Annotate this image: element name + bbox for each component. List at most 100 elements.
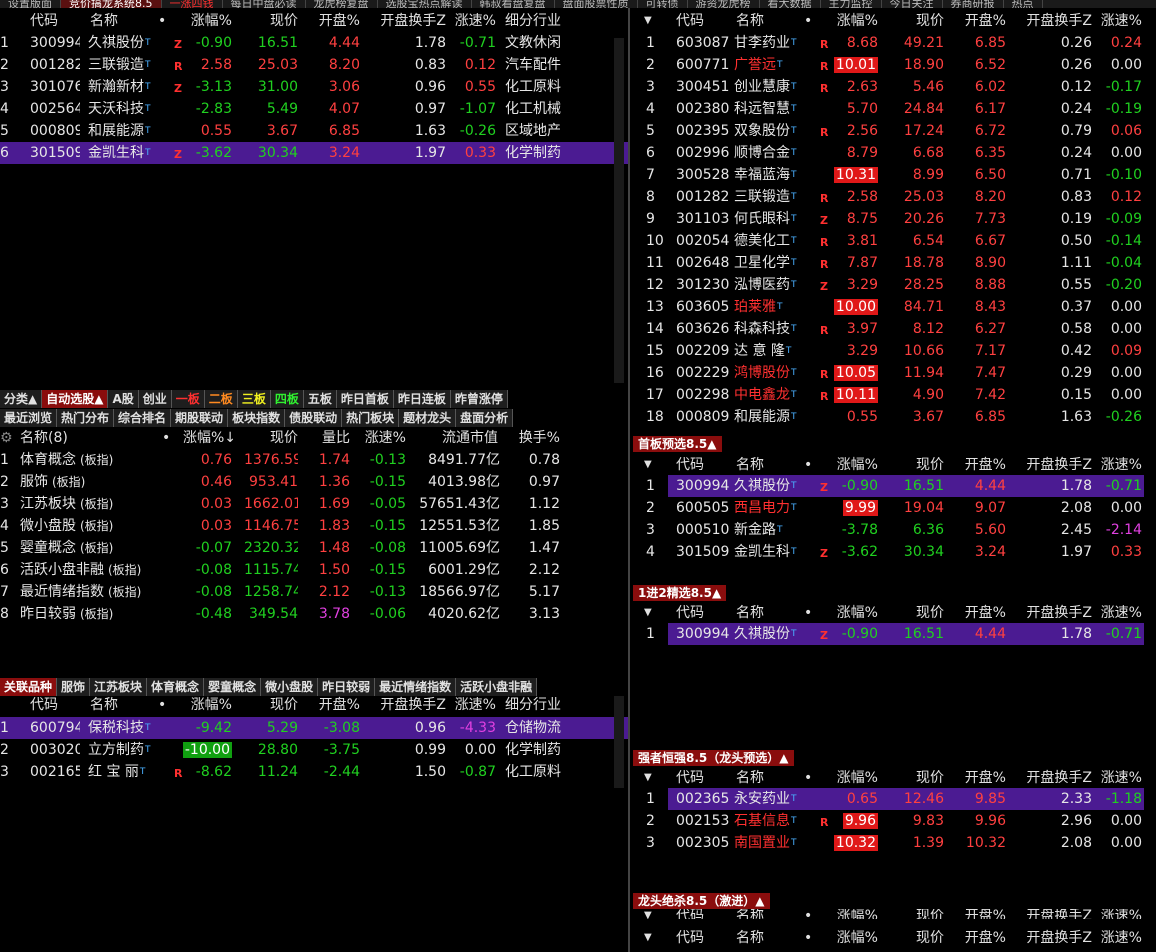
header-speed[interactable]: 涨速% — [1094, 10, 1142, 32]
top-menu-tab[interactable]: 看大数据 — [760, 0, 821, 8]
header-turnover[interactable]: 开盘换手Z — [1008, 927, 1092, 949]
header-industry[interactable]: 细分行业 — [505, 694, 585, 716]
header-turn[interactable]: 换手% — [510, 427, 560, 449]
header-speed[interactable]: 涨速% — [1094, 909, 1142, 919]
section-title-1to2[interactable]: 1进2精选8.5▲ — [633, 585, 727, 601]
header-code[interactable]: 代码 — [30, 10, 80, 32]
header-speed[interactable]: 涨速% — [1094, 927, 1142, 949]
table-row[interactable]: 6 301509 金凯生科T Z -3.62 30.34 3.24 1.97 0.33 化学制药 — [0, 142, 628, 164]
table-row[interactable]: 2 600505 西昌电力T 9.99 19.04 9.07 2.08 0.00 — [632, 497, 1156, 519]
top-menu-tab[interactable]: 竞价搞龙系统8.5 — [61, 0, 162, 8]
table-row[interactable]: 13 603605 珀莱雅T 10.00 84.71 8.43 0.37 0.00 — [632, 296, 1156, 318]
table-row[interactable]: 1 300994 久祺股份T Z -0.90 16.51 4.44 1.78 -0.71 文教休闲 — [0, 32, 628, 54]
header-name[interactable]: 名称 — [736, 454, 796, 476]
tab-tabs-row1[interactable]: 二板 — [204, 390, 238, 408]
table-row[interactable]: 14 603626 科森科技T R 3.97 8.12 6.27 0.58 0.00 — [632, 318, 1156, 340]
table-row[interactable]: 1 603087 甘李药业T R 8.68 49.21 6.85 0.26 0.24 — [632, 32, 1156, 54]
header-code[interactable]: 代码 — [676, 927, 726, 949]
sort-arrow-icon[interactable]: ▼ — [644, 10, 658, 32]
header-open[interactable]: 开盘% — [946, 767, 1006, 789]
top-menu-tab[interactable]: 一涨四钱 — [162, 0, 223, 8]
table-row[interactable]: 4 002380 科远智慧T 5.70 24.84 6.17 0.24 -0.19 — [632, 98, 1156, 120]
header-speed[interactable]: 涨速% — [448, 694, 496, 716]
header-ratio[interactable]: 量比 — [300, 427, 350, 449]
top-menu-tab[interactable]: 券商研报 — [943, 0, 1004, 8]
header-pct[interactable]: 涨幅% — [820, 10, 878, 32]
header-price[interactable]: 现价 — [888, 602, 944, 624]
tab-tabs-row1[interactable]: 自动选股▲ — [42, 390, 109, 408]
table-row[interactable]: 7 300528 幸福蓝海T 10.31 8.99 6.50 0.71 -0.10 — [632, 164, 1156, 186]
table-row[interactable]: 17 002298 中电鑫龙T R 10.11 4.90 7.42 0.15 0.00 — [632, 384, 1156, 406]
tab-tabs-row2[interactable]: 债股联动 — [285, 409, 343, 427]
table-row[interactable]: 16 002229 鸿博股份T R 10.05 11.94 7.47 0.29 0.00 — [632, 362, 1156, 384]
table-row[interactable]: 2 001282 三联锻造T R 2.58 25.03 8.20 0.83 0.12 汽车配件 — [0, 54, 628, 76]
header-turnover[interactable]: 开盘换手Z — [1008, 454, 1092, 476]
sort-arrow-icon[interactable]: ▼ — [644, 927, 658, 949]
table-row[interactable]: 11 002648 卫星化学T R 7.87 18.78 8.90 1.11 -0.04 — [632, 252, 1156, 274]
table-row[interactable]: 2 600771 广誉远T R 10.01 18.90 6.52 0.26 0.00 — [632, 54, 1156, 76]
header-pct[interactable]: 涨幅%↓ — [178, 427, 236, 449]
header-turnover[interactable]: 开盘换手Z — [364, 10, 446, 32]
header-pct[interactable]: 涨幅% — [170, 10, 232, 32]
sort-arrow-icon[interactable]: ▼ — [644, 602, 658, 624]
header-open[interactable]: 开盘% — [946, 909, 1006, 919]
header-name[interactable]: 名称 — [736, 909, 796, 919]
header-pct[interactable]: 涨幅% — [820, 602, 878, 624]
table-row[interactable]: 4 301509 金凯生科T Z -3.62 30.34 3.24 1.97 0.33 — [632, 541, 1156, 563]
header-cap[interactable]: 流通市值 — [414, 427, 498, 449]
pane-divider[interactable] — [628, 8, 630, 952]
header-price[interactable]: 现价 — [888, 927, 944, 949]
table-row[interactable]: 7 最近情绪指数 (板指) -0.08 1258.74 2.12 -0.13 18566.97… — [0, 581, 628, 603]
tab-tabs-row2[interactable]: 综合排名 — [114, 409, 172, 427]
header-code[interactable]: 代码 — [30, 694, 80, 716]
header-speed[interactable]: 涨速% — [1094, 767, 1142, 789]
header-price[interactable]: 现价 — [888, 454, 944, 476]
header-code[interactable]: 代码 — [676, 909, 726, 919]
top-menu-tab[interactable]: 每日中盘必读 — [223, 0, 306, 8]
header-open[interactable]: 开盘% — [946, 602, 1006, 624]
header-name[interactable]: 名称(8) — [20, 427, 100, 449]
table-row[interactable]: 12 301230 泓博医药T Z 3.29 28.25 8.88 0.55 -0.20 — [632, 274, 1156, 296]
tab-tabs-row1[interactable]: A股 — [108, 390, 139, 408]
tab-tabs-row1[interactable]: 创业 — [138, 390, 172, 408]
section-title-strong[interactable]: 强者恒强8.5（龙头预选）▲ — [633, 750, 794, 766]
header-turnover[interactable]: 开盘换手Z — [364, 694, 446, 716]
header-name[interactable]: 名称 — [90, 10, 150, 32]
scrollbar[interactable] — [614, 696, 624, 788]
header-price[interactable]: 现价 — [888, 10, 944, 32]
table-row[interactable]: 8 001282 三联锻造T R 2.58 25.03 8.20 0.83 0.12 — [632, 186, 1156, 208]
table-row[interactable]: 2 003020 立方制药T -10.00 28.80 -3.75 0.99 0.00 化学制药 — [0, 739, 628, 761]
tab-tabs-row2[interactable]: 热门板块 — [342, 409, 400, 427]
top-menu-tab[interactable]: 设置版面 — [0, 0, 61, 8]
table-row[interactable]: 2 服饰 (板指) 0.46 953.41 1.36 -0.15 4013.98亿 0.97 — [0, 471, 628, 493]
tab-tabs-row2[interactable]: 板块指数 — [228, 409, 286, 427]
table-row[interactable]: 3 000510 新金路T -3.78 6.36 5.60 2.45 -2.14 — [632, 519, 1156, 541]
table-row[interactable]: 6 002996 顺博合金T 8.79 6.68 6.35 0.24 0.00 — [632, 142, 1156, 164]
tab-tabs-row2[interactable]: 期股联动 — [171, 409, 229, 427]
tab-tabs-row1[interactable]: 昨曾涨停 — [450, 390, 508, 408]
section-title-first-board[interactable]: 首板预选8.5▲ — [633, 436, 722, 452]
top-menu-tab[interactable]: 龙虎榜复盘 — [306, 0, 378, 8]
tab-tabs-row1[interactable]: 昨日首板 — [336, 390, 394, 408]
header-code[interactable]: 代码 — [676, 767, 726, 789]
table-row[interactable]: 1 300994 久祺股份T Z -0.90 16.51 4.44 1.78 -0.71 — [646, 623, 1144, 645]
header-price[interactable]: 现价 — [240, 10, 298, 32]
header-industry[interactable]: 细分行业 — [505, 10, 585, 32]
sort-arrow-icon[interactable]: ▼ — [644, 767, 658, 789]
header-code[interactable]: 代码 — [676, 602, 726, 624]
header-open[interactable]: 开盘% — [946, 454, 1006, 476]
table-row[interactable]: 3 江苏板块 (板指) 0.03 1662.01 1.69 -0.05 57651.43亿 1.… — [0, 493, 628, 515]
scrollbar[interactable] — [614, 38, 624, 383]
header-speed[interactable]: 涨速% — [356, 427, 406, 449]
header-open[interactable]: 开盘% — [946, 10, 1006, 32]
header-price[interactable]: 现价 — [244, 427, 298, 449]
header-name[interactable]: 名称 — [90, 694, 150, 716]
header-turnover[interactable]: 开盘换手Z — [1008, 10, 1092, 32]
table-row[interactable]: 5 婴童概念 (板指) -0.07 2320.32 1.48 -0.08 11005.69亿 1… — [0, 537, 628, 559]
header-open[interactable]: 开盘% — [946, 927, 1006, 949]
sort-arrow-icon[interactable]: ▼ — [644, 909, 658, 919]
table-row[interactable]: 9 301103 何氏眼科T Z 8.75 20.26 7.73 0.19 -0.09 — [632, 208, 1156, 230]
table-row[interactable]: 1 300994 久祺股份T Z -0.90 16.51 4.44 1.78 -0.71 — [646, 475, 1144, 497]
top-menu-tab[interactable]: 游资龙虎榜 — [688, 0, 760, 8]
header-name[interactable]: 名称 — [736, 927, 796, 949]
